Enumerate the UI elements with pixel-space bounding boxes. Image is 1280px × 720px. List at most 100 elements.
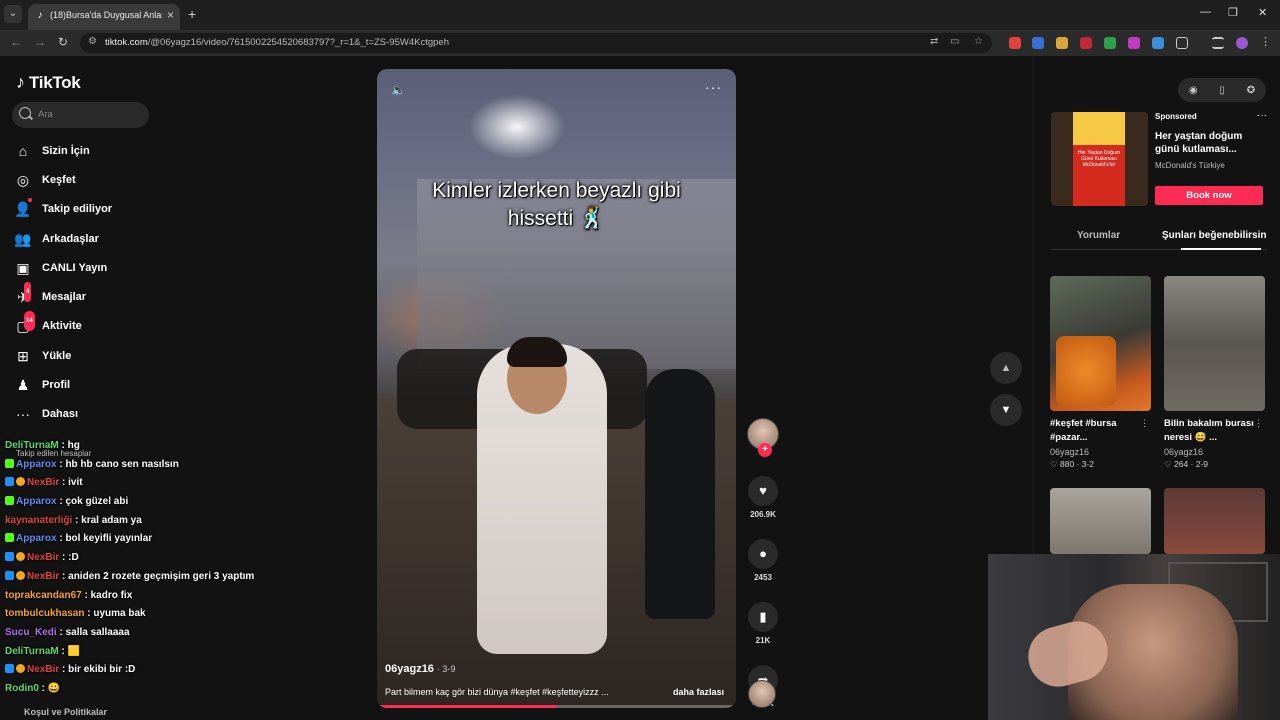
sidebar-item-explore[interactable]: ◎ Keşfet [14,165,164,194]
tab-title: (18)Bursa'da Duygusal Anlar ve [50,10,162,20]
recommended-video-card[interactable] [1050,488,1151,554]
recommended-video-card[interactable]: ⋮ Bilin bakalım burası neresi 😅 ... 06ya… [1164,276,1265,470]
sidebar-item-messages[interactable]: ✈ 4 Mesajlar [14,282,164,311]
ad-menu-icon[interactable]: ··· [1257,110,1267,121]
chat-message: kaynanaterliği : kral adam ya [5,514,142,526]
volume-icon[interactable]: 🔈 [391,83,406,97]
card-menu-icon[interactable]: ⋮ [1140,418,1149,429]
url-path: /@06yagz16/video/7615002254520683797?_r=… [147,37,449,48]
url-field[interactable]: ⚙ tiktok.com/@06yagz16/video/76150022545… [80,33,992,53]
cast-icon[interactable]: ▭ [950,36,959,47]
restore-button[interactable]: ❐ [1228,6,1238,19]
site-info-icon[interactable]: ⚙ [88,36,97,47]
recommended-video-card[interactable]: ⋮ #keşfet #bursa #pazar... 06yagz16 ♡ 88… [1050,276,1151,470]
message-icon: ✈ 4 [14,282,32,306]
url-domain: tiktok.com [105,37,148,48]
card-title[interactable]: Bilin bakalım burası neresi 😅 ... [1164,417,1254,445]
video-progress-bar[interactable] [377,705,736,708]
card-menu-icon[interactable]: ⋮ [1254,418,1263,429]
media-controls-icon[interactable] [1212,37,1224,49]
video-thumbnail[interactable] [1050,488,1151,554]
back-button[interactable]: ← [10,35,22,49]
sponsored-ad[interactable]: Her Yaştan Doğum Günü Kutlaması McDonald… [1051,110,1267,206]
tiktok-favicon-icon: ♪ [37,10,43,21]
follow-plus-icon[interactable]: + [758,443,772,457]
extension-icon[interactable] [1104,37,1116,49]
more-options-icon[interactable]: ··· [705,79,722,95]
extension-icon[interactable] [1056,37,1068,49]
next-video-button[interactable]: ▼ [990,394,1022,426]
video-author[interactable]: 06yagz16 · 3-9 [385,663,455,675]
comment-button[interactable]: ● 2453 [745,539,781,582]
bookmark-star-icon[interactable]: ☆ [974,36,983,47]
video-thumbnail[interactable] [1164,488,1265,554]
video-player[interactable]: Kimler izlerken beyazlı gibi hissetti 🕺 … [377,69,736,708]
sidebar-item-label: Sizin İçin [42,144,90,157]
chat-text: bol keyifli yayınlar [65,533,153,545]
author-avatar[interactable]: + [747,418,779,457]
sidebar-item-friends[interactable]: 👥 Arkadaşlar [14,224,164,253]
extension-icon[interactable] [1128,37,1140,49]
like-button[interactable]: ♥ 206.9K [745,476,781,519]
chat-user: toprakcandan67 [5,589,82,601]
profile-avatar-icon[interactable] [1236,37,1248,49]
ad-image[interactable]: Her Yaştan Doğum Günü Kutlaması McDonald… [1051,112,1148,206]
sidebar-item-live[interactable]: ▣ CANLI Yayın [14,253,164,282]
extensions-puzzle-icon[interactable] [1176,37,1188,49]
like-count: 206.9K [750,510,776,519]
search-placeholder: Ara [38,109,53,120]
sidebar-item-upload[interactable]: ⊞ Yükle [14,341,164,370]
reload-button[interactable]: ↻ [58,35,68,49]
device-icon[interactable]: ▯ [1219,85,1225,96]
tiktok-note-icon: ♪ [16,72,25,92]
sidebar-item-profile[interactable]: ♟ Profil [14,370,164,399]
search-input[interactable]: Ara [12,102,149,128]
extension-icon[interactable] [1080,37,1092,49]
tab-comments[interactable]: Yorumlar [1077,230,1120,241]
tiktok-logo[interactable]: ♪ TikTok [16,72,81,93]
sidebar-item-following[interactable]: 👤 Takip ediliyor [14,195,164,224]
terms-link[interactable]: Koşul ve Politikalar [24,707,107,717]
close-window-button[interactable]: ✕ [1258,6,1267,19]
forward-button[interactable]: → [34,35,46,49]
recommended-video-card[interactable] [1164,488,1265,554]
video-thumbnail[interactable] [1164,276,1265,411]
video-actions: + ♥ 206.9K ● 2453 ▮ 21K ➦ 43.2K [745,418,781,708]
heart-icon: ♥ [748,476,778,506]
tab-search-button[interactable]: ⌄ [4,5,22,23]
progress-fill [377,705,557,708]
browser-tab[interactable]: ♪ (18)Bursa'da Duygusal Anlar ve × [28,4,180,30]
music-disc-avatar[interactable] [748,680,776,708]
chat-text: ivit [68,477,83,489]
card-author[interactable]: 06yagz16 [1050,447,1151,457]
coins-icon[interactable]: ✪ [1247,85,1255,96]
comment-count: 2453 [754,573,772,582]
previous-video-button[interactable]: ▲ [990,352,1022,384]
ad-image-caption: Her Yaştan Doğum Günü Kutlaması McDonald… [1077,150,1121,168]
author-name[interactable]: 06yagz16 [385,663,434,675]
browser-menu-icon[interactable]: ⋮ [1260,37,1272,49]
sidebar-item-more[interactable]: ··· Dahası [14,400,164,429]
chat-text: 🟨 [67,645,81,657]
card-author[interactable]: 06yagz16 [1164,447,1265,457]
close-tab-icon[interactable]: × [167,8,174,22]
translate-icon[interactable]: ⇄ [930,36,938,47]
browser-tab-bar: ⌄ ♪ (18)Bursa'da Duygusal Anlar ve × + —… [0,0,1280,30]
card-title[interactable]: #keşfet #bursa #pazar... [1050,417,1140,445]
extension-icon[interactable] [1009,37,1021,49]
new-tab-button[interactable]: + [188,6,196,22]
video-thumbnail[interactable] [1050,276,1151,411]
sidebar-item-activity[interactable]: ▢ 14 Aktivite [14,311,164,341]
see-more-link[interactable]: daha fazlası [673,687,724,697]
sidebar-item-for-you[interactable]: ⌂ Sizin İçin [14,136,164,165]
save-button[interactable]: ▮ 21K [745,602,781,645]
explore-icon[interactable]: ◉ [1189,85,1198,96]
sponsored-label: Sponsored [1155,112,1197,121]
book-now-button[interactable]: Book now [1155,186,1263,205]
extension-icon[interactable] [1152,37,1164,49]
minimize-button[interactable]: — [1200,6,1211,18]
extension-icon[interactable] [1032,37,1044,49]
video-text-overlay: Kimler izlerken beyazlı gibi hissetti 🕺 [377,177,736,233]
card-date: 2-9 [1195,459,1209,469]
tab-recommended[interactable]: Şunları beğenebilirsiniz [1162,230,1267,241]
